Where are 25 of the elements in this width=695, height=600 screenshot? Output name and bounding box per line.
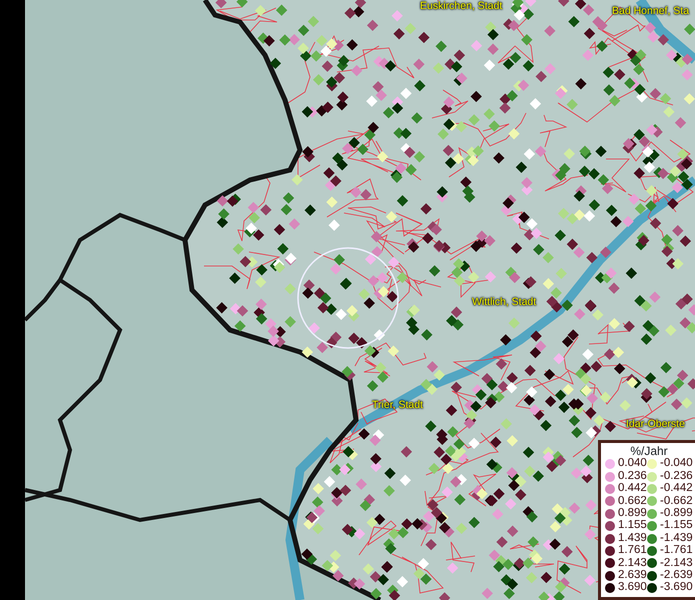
- legend-value: -3.690: [660, 582, 693, 594]
- place-label: Wittlich, Stadt: [472, 297, 536, 309]
- legend-value: -2.143: [660, 558, 693, 570]
- legend-value: -0.236: [660, 470, 693, 482]
- legend-value: 0.442: [618, 483, 647, 495]
- legend-title: %/Jahr: [629, 445, 669, 457]
- legend-value: -0.899: [660, 508, 693, 520]
- legend-value: -0.040: [660, 458, 693, 470]
- legend-value: -0.662: [660, 496, 693, 508]
- place-label: Euskirchen, Stadt: [420, 1, 502, 13]
- legend-value: 1.439: [618, 532, 647, 544]
- legend-value: 1.761: [618, 545, 647, 557]
- legend-value: -1.155: [660, 520, 693, 532]
- legend-value: 0.236: [618, 470, 647, 482]
- legend-value: 2.639: [618, 570, 647, 582]
- legend-value: -0.442: [660, 483, 693, 495]
- legend-value: 0.662: [618, 496, 647, 508]
- legend-value: 3.690: [618, 582, 647, 594]
- legend-value: -2.639: [660, 570, 693, 582]
- legend-value: 2.143: [618, 558, 647, 570]
- legend-value: 1.155: [618, 520, 647, 532]
- legend-value: -1.761: [660, 545, 693, 557]
- legend-value: -1.439: [660, 532, 693, 544]
- legend-value: 0.040: [618, 458, 647, 470]
- legend-value: 0.899: [618, 508, 647, 520]
